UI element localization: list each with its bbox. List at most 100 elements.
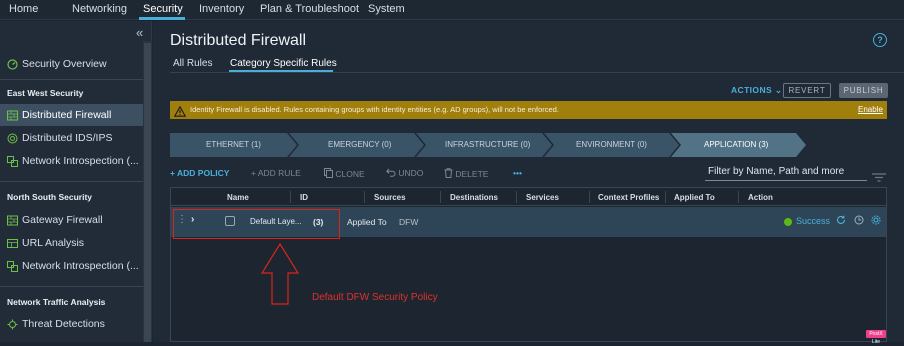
top-navigation: Home Networking Security Inventory Plan … bbox=[0, 0, 904, 20]
column-header-name[interactable]: Name bbox=[227, 193, 249, 202]
sidebar-divider bbox=[0, 286, 143, 287]
sidebar-item-label: Threat Detections bbox=[22, 318, 105, 330]
threat-icon bbox=[7, 319, 18, 330]
sidebar-section-east-west: East West Security bbox=[7, 88, 84, 98]
sidebar-section-north-south: North South Security bbox=[7, 192, 93, 202]
column-separator bbox=[589, 191, 590, 203]
alert-message: Identity Firewall is disabled. Rules con… bbox=[190, 105, 559, 114]
category-tab-application[interactable]: APPLICATION (3) bbox=[704, 140, 768, 149]
applied-to-label: Applied To bbox=[347, 217, 387, 227]
url-analysis-icon bbox=[7, 238, 18, 249]
column-separator bbox=[364, 191, 365, 203]
sidebar-item-network-introspection-ns[interactable]: Network Introspection (... bbox=[0, 255, 143, 277]
column-separator bbox=[665, 191, 666, 203]
table-header: Name ID Sources Destinations Services Co… bbox=[171, 188, 886, 206]
category-tab-infrastructure[interactable]: INFRASTRUCTURE (0) bbox=[445, 140, 530, 149]
filter-input[interactable]: Filter by Name, Path and more bbox=[705, 164, 867, 181]
sidebar-scrollbar-thumb[interactable] bbox=[144, 43, 151, 342]
status-dot bbox=[784, 218, 792, 226]
column-separator bbox=[738, 191, 739, 203]
sidebar-item-distributed-ids-ips[interactable]: Distributed IDS/IPS bbox=[0, 127, 143, 149]
undo-icon bbox=[386, 168, 396, 177]
category-tab-environment[interactable]: ENVIRONMENT (0) bbox=[576, 140, 647, 149]
nav-networking[interactable]: Networking bbox=[72, 3, 127, 15]
gear-icon[interactable] bbox=[871, 215, 881, 227]
undo-button[interactable]: UNDO bbox=[386, 168, 423, 178]
warning-icon bbox=[173, 104, 187, 122]
refresh-icon[interactable] bbox=[836, 215, 846, 227]
collapse-sidebar-icon[interactable]: « bbox=[136, 25, 143, 40]
sidebar-item-threat-detections[interactable]: Threat Detections bbox=[0, 313, 143, 335]
sidebar-scrollbar[interactable] bbox=[143, 41, 152, 342]
delete-label: DELETE bbox=[455, 169, 489, 179]
category-tabs: ETHERNET (1) EMERGENCY (0) INFRASTRUCTUR… bbox=[170, 133, 810, 157]
clone-label: CLONE bbox=[335, 169, 365, 179]
sidebar-item-label: Security Overview bbox=[22, 58, 107, 70]
publish-button[interactable]: PUBLISH bbox=[839, 83, 888, 98]
nav-active-indicator bbox=[139, 17, 185, 20]
column-header-id[interactable]: ID bbox=[300, 193, 308, 202]
help-icon[interactable]: ? bbox=[873, 33, 887, 47]
sidebar-item-label: Distributed Firewall bbox=[22, 109, 112, 121]
add-policy-button[interactable]: + ADD POLICY bbox=[170, 168, 229, 178]
column-header-context-profiles[interactable]: Context Profiles bbox=[598, 193, 659, 202]
chevron-down-icon: ⌄ bbox=[774, 85, 783, 95]
annotation-highlight-box bbox=[173, 209, 340, 239]
sidebar-item-gateway-firewall[interactable]: Gateway Firewall bbox=[0, 209, 143, 231]
category-tab-ethernet[interactable]: ETHERNET (1) bbox=[206, 140, 261, 149]
identity-firewall-alert: Identity Firewall is disabled. Rules con… bbox=[170, 101, 887, 119]
category-tab-emergency[interactable]: EMERGENCY (0) bbox=[328, 140, 391, 149]
sidebar-item-security-overview[interactable]: Security Overview bbox=[0, 53, 143, 75]
sidebar-item-url-analysis[interactable]: URL Analysis bbox=[0, 232, 143, 254]
nav-system[interactable]: System bbox=[368, 3, 405, 15]
more-actions-button[interactable]: ••• bbox=[513, 168, 522, 178]
actions-dropdown[interactable]: ACTIONS ⌄ bbox=[731, 85, 782, 96]
introspection-icon bbox=[7, 155, 18, 167]
firewall-icon bbox=[7, 110, 18, 121]
nav-plan-troubleshoot[interactable]: Plan & Troubleshoot bbox=[260, 3, 359, 15]
sidebar-item-label: URL Analysis bbox=[22, 237, 85, 249]
tab-all-rules[interactable]: All Rules bbox=[173, 58, 212, 69]
page-title: Distributed Firewall bbox=[170, 32, 307, 49]
ids-icon bbox=[7, 133, 18, 144]
column-header-applied-to[interactable]: Applied To bbox=[674, 193, 715, 202]
history-icon[interactable] bbox=[854, 215, 864, 227]
firewall-icon bbox=[7, 215, 18, 226]
tab-divider bbox=[170, 72, 904, 73]
gauge-icon bbox=[7, 58, 18, 70]
delete-button[interactable]: DELETE bbox=[444, 168, 488, 179]
introspection-icon bbox=[7, 260, 18, 272]
add-rule-button[interactable]: + ADD RULE bbox=[251, 168, 301, 178]
annotation-up-arrow bbox=[261, 243, 299, 305]
clone-button[interactable]: CLONE bbox=[324, 168, 365, 179]
undo-label: UNDO bbox=[398, 168, 424, 178]
nav-home[interactable]: Home bbox=[9, 3, 38, 15]
column-header-destinations[interactable]: Destinations bbox=[450, 193, 498, 202]
column-header-sources[interactable]: Sources bbox=[374, 193, 406, 202]
enable-link[interactable]: Enable bbox=[858, 105, 883, 114]
sidebar-item-distributed-firewall[interactable]: Distributed Firewall bbox=[0, 104, 143, 126]
sidebar: « Security Overview East West Security D… bbox=[0, 21, 152, 342]
sidebar-divider bbox=[0, 181, 143, 182]
sidebar-item-label: Gateway Firewall bbox=[22, 214, 103, 226]
applied-to-value[interactable]: DFW bbox=[399, 217, 418, 227]
status-success: Success bbox=[796, 216, 831, 226]
annotation-label: Default DFW Security Policy bbox=[312, 292, 438, 303]
column-header-action[interactable]: Action bbox=[748, 193, 773, 202]
sidebar-item-label: Network Introspection (... bbox=[22, 260, 139, 272]
sidebar-item-network-introspection-ew[interactable]: Network Introspection (... bbox=[0, 150, 143, 172]
actions-label: ACTIONS bbox=[731, 85, 773, 95]
column-separator bbox=[440, 191, 441, 203]
filter-icon[interactable] bbox=[872, 169, 886, 187]
nav-inventory[interactable]: Inventory bbox=[199, 3, 244, 15]
column-separator bbox=[516, 191, 517, 203]
column-header-services[interactable]: Services bbox=[526, 193, 559, 202]
watermark-badge: PostX Lite bbox=[866, 330, 886, 345]
revert-button[interactable]: REVERT bbox=[783, 83, 831, 98]
clone-icon bbox=[324, 168, 333, 178]
sidebar-section-traffic-analysis: Network Traffic Analysis bbox=[7, 297, 106, 307]
sidebar-item-label: Network Introspection (... bbox=[22, 155, 139, 167]
trash-icon bbox=[444, 168, 453, 178]
tab-category-specific-rules[interactable]: Category Specific Rules bbox=[230, 58, 337, 69]
nav-security[interactable]: Security bbox=[143, 3, 183, 15]
